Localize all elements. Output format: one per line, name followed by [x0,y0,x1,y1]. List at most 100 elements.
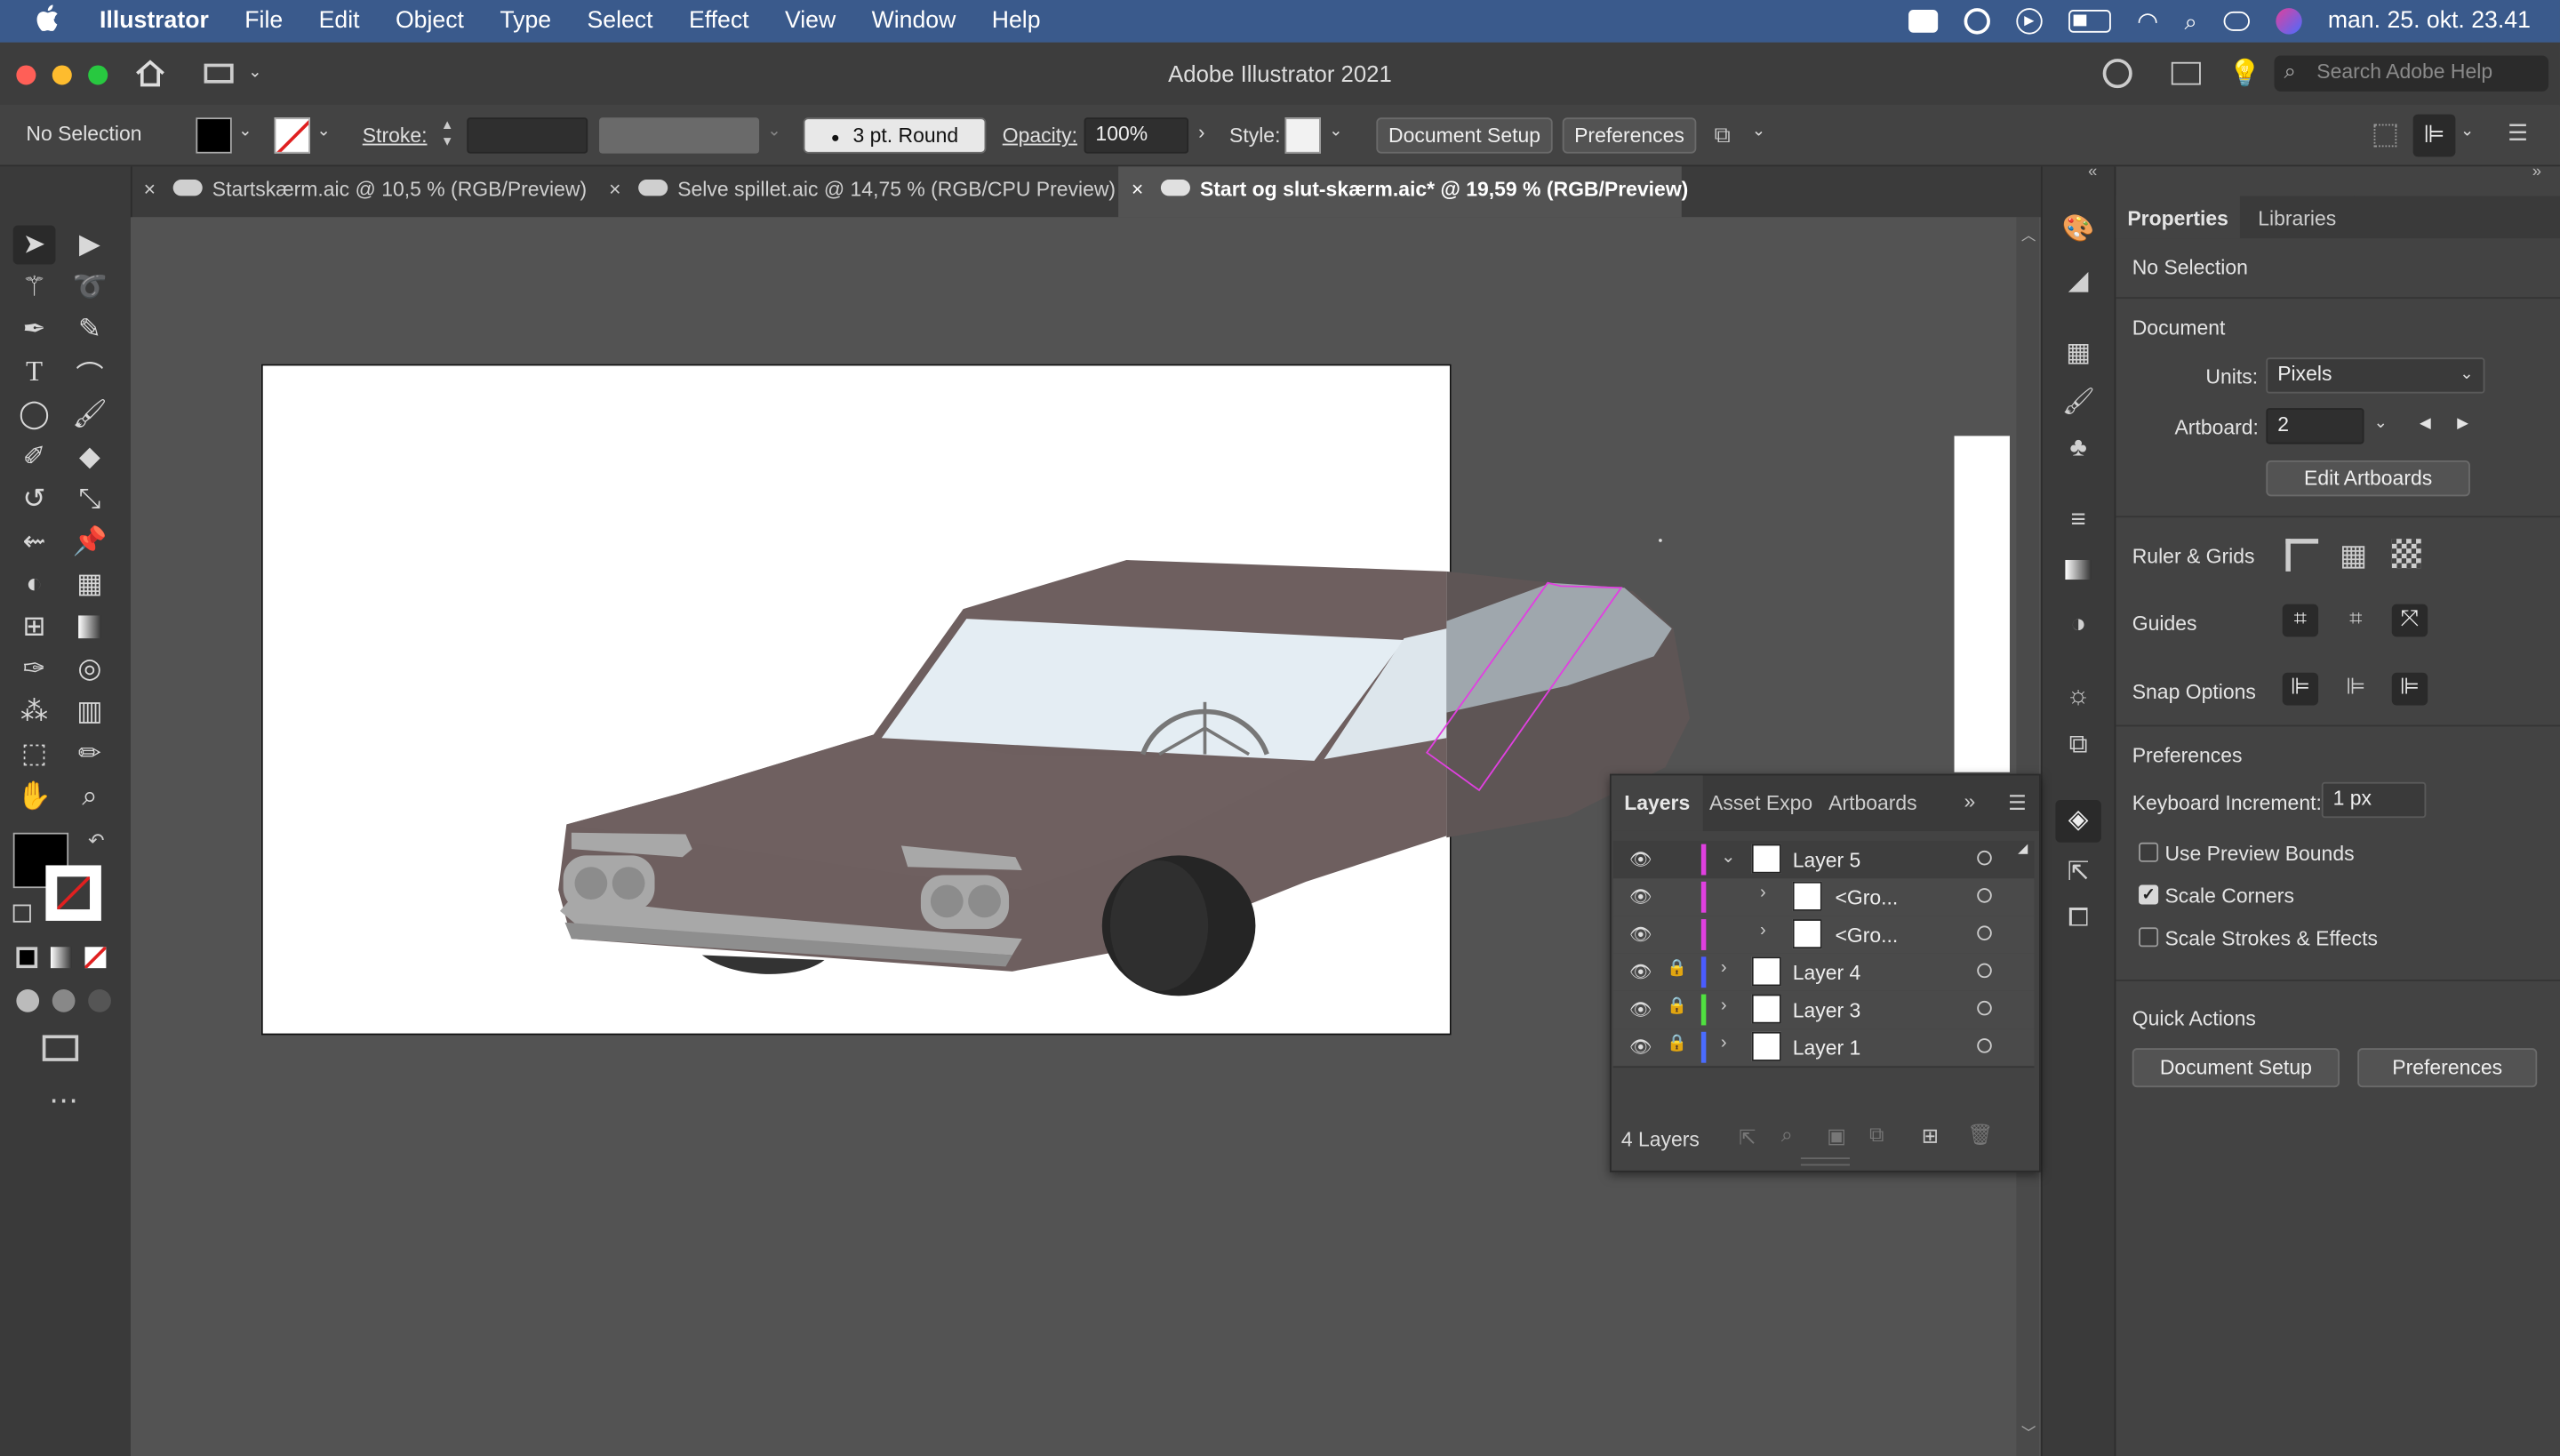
menu-effect[interactable]: Effect [671,8,767,34]
expand-chevron-icon[interactable]: › [1721,958,1727,978]
color-panel-icon[interactable]: 🎨 [2062,212,2095,245]
lightbulb-icon[interactable]: 💡 [2228,57,2261,90]
gradient-tool-icon[interactable] [68,607,111,646]
align-left-icon[interactable]: ⊫ [2412,114,2456,157]
align-dropdown-icon[interactable]: ⌄ [2460,123,2474,140]
stroke-weight-input[interactable] [467,117,588,154]
units-dropdown[interactable]: Pixels ⌄ [2266,357,2485,394]
artboard-tool-icon[interactable]: ⬚ [13,735,56,774]
visibility-eye-icon[interactable]: 👁 [1629,886,1652,908]
expand-chevron-icon[interactable]: › [1721,996,1727,1015]
ellipse-tool-icon[interactable]: ◯ [13,395,56,434]
wifi-icon[interactable]: ◠ [2137,6,2158,36]
brush-definition-dropdown[interactable]: ● 3 pt. Round [803,117,987,154]
locate-object-icon[interactable]: ⌕ [1781,1124,1793,1148]
rotate-tool-icon[interactable]: ↺ [13,480,56,519]
artboard-input[interactable]: 2 [2266,408,2364,444]
width-profile-dropdown-icon[interactable]: ⌄ [767,123,780,140]
target-circle-icon[interactable] [1977,1000,1992,1016]
default-fill-stroke-icon[interactable] [12,904,31,923]
visibility-eye-icon[interactable]: 👁 [1629,999,1652,1020]
blend-tool-icon[interactable]: ◎ [68,650,111,689]
creative-cloud-icon[interactable] [1908,10,1939,33]
selection-tool-icon[interactable]: ➤ [12,225,56,265]
lock-icon[interactable]: 🔒 [1667,1035,1687,1052]
pen-tool-icon[interactable]: ✒ [13,310,56,349]
scroll-up-icon[interactable]: ︿ [2021,224,2036,245]
document-setup-button[interactable]: Document Setup [1376,117,1553,154]
menu-select[interactable]: Select [569,8,670,34]
fill-dropdown-icon[interactable]: ⌄ [238,123,252,140]
none-mode-icon[interactable] [84,947,107,969]
draw-normal-icon[interactable] [16,989,40,1012]
tab-libraries[interactable]: Libraries [2239,196,2355,239]
direct-selection-tool-icon[interactable]: ▶ [68,225,111,264]
arrange-icon[interactable]: ⧉ [1715,121,1731,148]
style-dropdown-icon[interactable]: ⌄ [1329,123,1342,140]
menu-window[interactable]: Window [853,8,973,34]
lasso-tool-icon[interactable]: ➰ [68,268,111,307]
opacity-label[interactable]: Opacity: [1003,124,1077,148]
screen-mode-icon[interactable] [42,1035,79,1061]
tab-startskaerm[interactable]: × Startskærm.aic @ 10,5 % (RGB/Preview) [131,166,588,217]
snap-to-pixel-icon[interactable]: ⊫ [2338,673,2373,706]
layer-name[interactable]: Layer 4 [1793,962,1861,985]
scroll-down-icon[interactable]: ﹀ [2021,1422,2036,1444]
menu-view[interactable]: View [767,8,854,34]
stroke-dropdown-icon[interactable]: ⌄ [316,123,330,140]
draw-behind-icon[interactable] [52,989,76,1012]
graphic-styles-panel-icon[interactable]: ⧉ [2062,732,2095,764]
layer-row[interactable]: 👁 🔒 › Layer 1 [1612,1028,2035,1068]
lock-guides-icon[interactable]: ⌗ [2338,604,2373,637]
layer-name[interactable]: Layer 1 [1793,1036,1861,1060]
target-circle-icon[interactable] [1977,1038,1992,1053]
collapse-panels-icon[interactable]: » [2532,164,2541,181]
hand-tool-icon[interactable]: ✋ [13,777,56,816]
delete-layer-icon[interactable]: 🗑 [1967,1124,1993,1148]
tab-start-og-slut-skaerm[interactable]: × Start og slut-skærm.aic* @ 19,59 % (RG… [1118,166,1688,218]
artboard-dropdown-icon[interactable]: ⌄ [2374,415,2388,433]
line-segment-tool-icon[interactable]: ⌒ [68,353,111,392]
scale-strokes-checkbox[interactable] [2139,927,2159,948]
shape-builder-tool-icon[interactable]: ◐ [13,564,56,604]
eraser-tool-icon[interactable]: ◆ [68,437,111,476]
shaper-tool-icon[interactable]: ✐ [13,437,56,476]
snap-to-glyph-icon[interactable]: ⊫ [2391,672,2428,706]
eyedropper-tool-icon[interactable]: ✑ [13,650,56,689]
search-help-input[interactable]: ⌕ Search Adobe Help [2274,55,2549,92]
create-new-layer-icon[interactable]: ⊞ [1922,1124,1939,1148]
perspective-grid-tool-icon[interactable]: ▦ [68,564,111,604]
arrange-dropdown-icon[interactable]: ⌄ [1752,123,1765,140]
preferences-button[interactable]: Preferences [1562,117,1697,154]
curvature-tool-icon[interactable]: ✎ [68,310,111,349]
show-guides-icon[interactable]: ⌗ [2282,604,2319,637]
menu-type[interactable]: Type [482,8,569,34]
puppet-warp-tool-icon[interactable]: 📌 [68,523,111,562]
expand-chevron-icon[interactable]: › [1760,884,1766,903]
symbols-panel-icon[interactable]: ♣ [2062,435,2095,468]
variable-width-profile[interactable] [599,117,760,154]
user-icon[interactable] [2102,59,2132,89]
previous-artboard-icon[interactable]: ◀ [2420,415,2431,433]
opacity-expand-icon[interactable]: › [1198,121,1204,144]
column-graph-tool-icon[interactable]: ▥ [68,692,111,732]
stroke-panel-icon[interactable]: ≡ [2062,506,2095,539]
menu-help[interactable]: Help [974,8,1059,34]
panel-menu-icon[interactable]: ☰ [2508,119,2528,147]
keyboard-increment-input[interactable]: 1 px [2321,781,2427,819]
grid-icon[interactable]: ▦ [2340,539,2367,573]
siri-icon[interactable] [2276,8,2302,35]
asset-export-panel-icon[interactable]: ⇱ [2062,855,2095,888]
gradient-panel-icon[interactable] [2062,558,2095,591]
app-menu[interactable]: Illustrator [82,8,227,34]
control-center-icon[interactable] [2223,11,2250,31]
layer-row[interactable]: 👁 🔒 › Layer 4 [1612,953,2035,993]
visibility-eye-icon[interactable]: 👁 [1629,962,1652,983]
tab-layers[interactable]: Layers [1611,775,1703,831]
visibility-eye-icon[interactable]: 👁 [1629,1036,1652,1058]
battery-icon[interactable] [2068,10,2111,33]
layer-name[interactable]: Layer 5 [1793,849,1861,872]
expand-panels-icon[interactable]: « [2088,164,2097,181]
fill-swatch[interactable] [196,117,232,154]
next-artboard-icon[interactable]: ▶ [2457,415,2468,433]
